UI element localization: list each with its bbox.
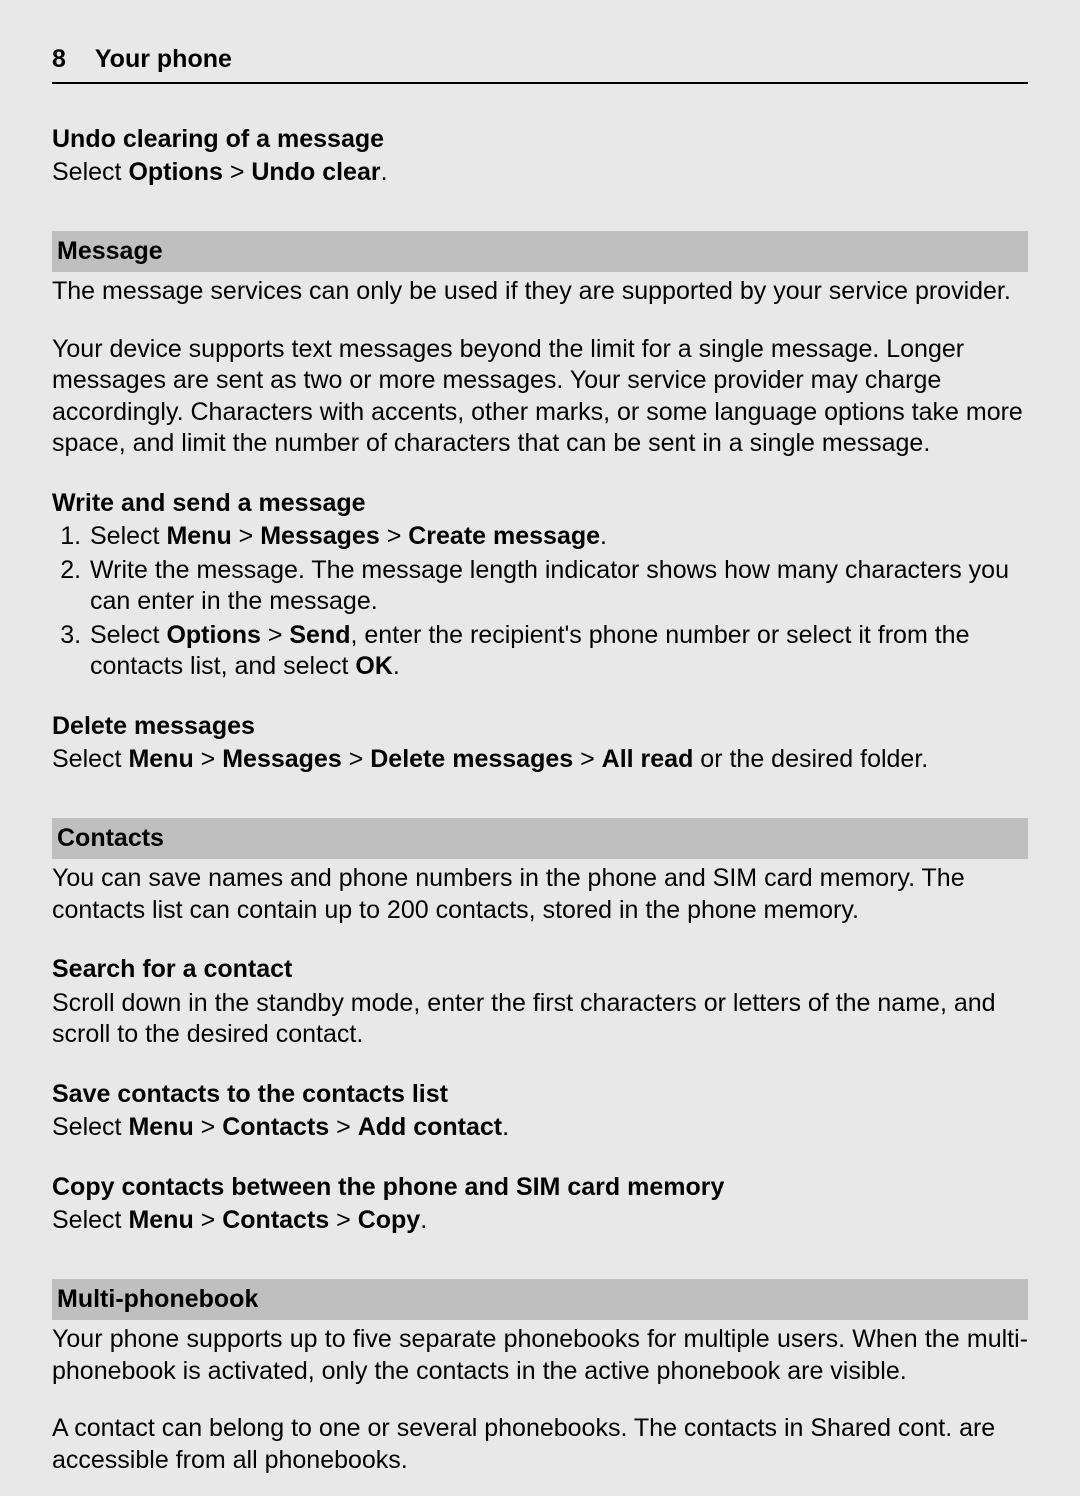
step-1: Select Menu > Messages > Create message.	[88, 521, 1028, 553]
heading-save-contacts: Save contacts to the contacts list	[52, 1079, 1028, 1111]
text-copy-contacts: Select Menu > Contacts > Copy.	[52, 1205, 1028, 1237]
section-bar-message: Message	[52, 231, 1028, 273]
heading-search-contact: Search for a contact	[52, 954, 1028, 986]
text-multi-p1: Your phone supports up to five separate …	[52, 1324, 1028, 1387]
text-contacts-intro: You can save names and phone numbers in …	[52, 863, 1028, 926]
page-number: 8	[52, 44, 66, 76]
text-message-usage: The message services can only be used if…	[52, 276, 1028, 308]
steps-write-send: Select Menu > Messages > Create message.…	[52, 521, 1028, 683]
step-2: Write the message. The message length in…	[88, 555, 1028, 618]
page-header: 8 Your phone	[52, 44, 1028, 84]
manual-page: 8 Your phone Undo clearing of a message …	[0, 0, 1080, 1496]
text-search-contact: Scroll down in the standby mode, enter t…	[52, 988, 1028, 1051]
section-bar-multi-phonebook: Multi-phonebook	[52, 1279, 1028, 1321]
section-bar-contacts: Contacts	[52, 818, 1028, 860]
text-multi-p2: A contact can belong to one or several p…	[52, 1413, 1028, 1476]
heading-write-send: Write and send a message	[52, 488, 1028, 520]
heading-delete-messages: Delete messages	[52, 711, 1028, 743]
text-message-length: Your device supports text messages beyon…	[52, 334, 1028, 460]
page-title: Your phone	[95, 45, 232, 73]
text-delete-messages: Select Menu > Messages > Delete messages…	[52, 744, 1028, 776]
step-3: Select Options > Send, enter the recipie…	[88, 620, 1028, 683]
heading-copy-contacts: Copy contacts between the phone and SIM …	[52, 1172, 1028, 1204]
heading-undo-clearing: Undo clearing of a message	[52, 124, 1028, 156]
text-save-contacts: Select Menu > Contacts > Add contact.	[52, 1112, 1028, 1144]
text-undo-clearing: Select Options > Undo clear.	[52, 157, 1028, 189]
